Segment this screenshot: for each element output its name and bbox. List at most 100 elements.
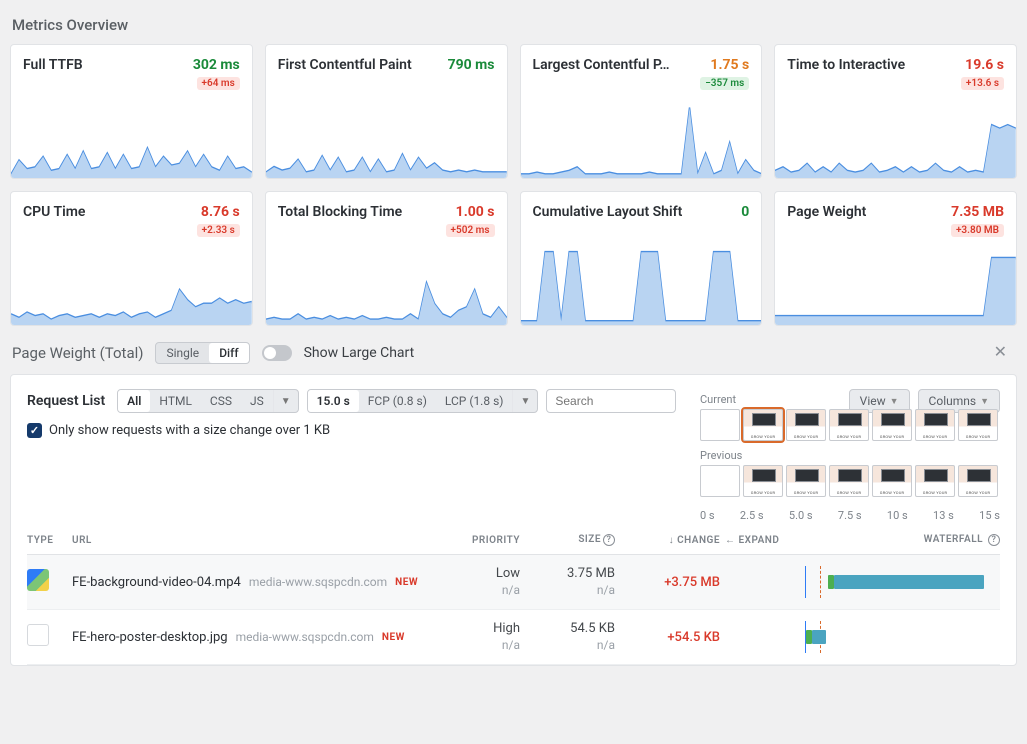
metric-card[interactable]: Page Weight 7.35 MB +3.80 MB	[774, 191, 1017, 326]
metric-card[interactable]: Cumulative Layout Shift 0	[520, 191, 763, 326]
metric-delta: +3.80 MB	[951, 224, 1004, 237]
metric-value: 302 ms	[193, 57, 240, 73]
filmstrip-thumb[interactable]: GROW YOUR	[829, 465, 869, 497]
metric-value: 8.76 s	[201, 204, 240, 220]
metric-value: 7.35 MB	[951, 204, 1004, 220]
filmstrip-thumb[interactable]: GROW YOUR	[958, 465, 998, 497]
file-host: media-www.sqspcdn.com	[249, 575, 387, 589]
filter-more-icon[interactable]: ▼	[273, 390, 298, 412]
page-title: Metrics Overview	[12, 16, 1017, 34]
metric-value: 1.75 s	[710, 57, 749, 73]
table-row[interactable]: FE-hero-poster-desktop.jpg media-www.sqs…	[27, 610, 1000, 665]
metric-label: First Contentful Paint	[278, 57, 442, 73]
filmstrip-thumb[interactable]: GROW YOUR	[786, 409, 826, 441]
axis-tick: 15 s	[979, 509, 1000, 522]
close-icon[interactable]: ✕	[988, 340, 1013, 363]
metric-card[interactable]: Total Blocking Time 1.00 s +502 ms	[265, 191, 508, 326]
metric-label: Page Weight	[787, 204, 945, 220]
time-filter-value[interactable]: 15.0 s	[308, 390, 359, 412]
metric-delta: −357 ms	[700, 77, 749, 90]
axis-tick: 2.5 s	[740, 509, 764, 522]
filmstrip-thumb[interactable]: GROW YOUR	[743, 409, 783, 441]
diff-option[interactable]: Diff	[209, 343, 248, 363]
waterfall-bar	[800, 574, 1000, 590]
priority-cell: Highn/a	[440, 621, 520, 653]
filmstrip-thumb[interactable]: GROW YOUR	[743, 465, 783, 497]
size-cell: 54.5 KBn/a	[525, 621, 615, 653]
time-filter[interactable]: 15.0 s FCP (0.8 s) LCP (1.8 s) ▼	[307, 389, 539, 413]
th-size[interactable]: Size?	[525, 534, 615, 546]
axis-tick: 0 s	[700, 509, 715, 522]
filmstrip-thumb[interactable]: GROW YOUR	[872, 409, 912, 441]
waterfall-bar	[800, 629, 1000, 645]
only-size-change-checkbox[interactable]: ✓	[27, 423, 42, 438]
filmstrip-previous-label: Previous	[700, 449, 1000, 462]
sparkline	[775, 90, 1016, 178]
metric-card[interactable]: Time to Interactive 19.6 s +13.6 s	[774, 44, 1017, 179]
filmstrip-thumb[interactable]: GROW YOUR	[958, 409, 998, 441]
help-icon[interactable]: ?	[988, 534, 1000, 546]
metric-card[interactable]: Full TTFB 302 ms +64 ms	[10, 44, 253, 179]
filter-js[interactable]: JS	[241, 390, 273, 412]
file-name: FE-background-video-04.mp4	[72, 575, 241, 590]
th-type: Type	[27, 535, 67, 546]
sparkline	[11, 90, 252, 178]
th-waterfall[interactable]: Waterfall ?	[800, 534, 1000, 546]
search-input[interactable]	[546, 389, 676, 413]
th-url: URL	[72, 535, 435, 546]
metric-value: 1.00 s	[456, 204, 495, 220]
metric-label: CPU Time	[23, 204, 195, 220]
metric-value: 790 ms	[448, 57, 495, 73]
filmstrip-thumb[interactable]: GROW YOUR	[915, 465, 955, 497]
single-option[interactable]: Single	[156, 343, 209, 363]
metric-value: 0	[741, 204, 749, 220]
file-host: media-www.sqspcdn.com	[236, 630, 374, 644]
sparkline	[266, 237, 507, 325]
change-cell: +3.75 MB	[620, 575, 720, 590]
show-large-chart-toggle[interactable]	[262, 345, 292, 361]
time-filter-dropdown-icon[interactable]: ▼	[512, 390, 537, 412]
file-name: FE-hero-poster-desktop.jpg	[72, 630, 228, 645]
metric-label: Time to Interactive	[787, 57, 959, 73]
th-priority: Priority	[440, 535, 520, 546]
single-diff-toggle[interactable]: Single Diff	[155, 342, 249, 364]
show-large-chart-label: Show Large Chart	[304, 345, 415, 361]
filmstrip-thumb[interactable]: GROW YOUR	[915, 409, 955, 441]
table-row[interactable]: FE-background-video-04.mp4 media-www.sqs…	[27, 555, 1000, 610]
filmstrip-current-label: Current	[700, 393, 1000, 406]
th-change[interactable]: ↓ Change	[620, 535, 720, 546]
metric-value: 19.6 s	[965, 57, 1004, 73]
help-icon[interactable]: ?	[603, 534, 615, 546]
filter-all[interactable]: All	[118, 390, 150, 412]
filter-html[interactable]: HTML	[150, 390, 201, 412]
metric-card[interactable]: CPU Time 8.76 s +2.33 s	[10, 191, 253, 326]
metric-label: Cumulative Layout Shift	[533, 204, 736, 220]
filter-css[interactable]: CSS	[201, 390, 241, 412]
resource-type-filter[interactable]: All HTML CSS JS ▼	[117, 389, 298, 413]
filmstrip-thumb[interactable]	[700, 409, 740, 441]
time-filter-fcp[interactable]: FCP (0.8 s)	[359, 390, 436, 412]
metric-label: Largest Contentful P…	[533, 57, 705, 73]
metric-delta: +2.33 s	[197, 224, 240, 237]
file-type-icon	[27, 569, 49, 591]
metric-delta: +502 ms	[446, 224, 495, 237]
metric-label: Total Blocking Time	[278, 204, 450, 220]
sparkline	[521, 234, 762, 325]
metric-card[interactable]: First Contentful Paint 790 ms	[265, 44, 508, 179]
axis-tick: 5.0 s	[789, 509, 813, 522]
toggle-thumb	[264, 347, 276, 359]
metric-delta: +64 ms	[197, 77, 240, 90]
sparkline	[11, 237, 252, 325]
time-filter-lcp[interactable]: LCP (1.8 s)	[436, 390, 513, 412]
axis-tick: 10 s	[887, 509, 908, 522]
th-expand: ← Expand	[725, 535, 795, 546]
metric-delta: +13.6 s	[961, 77, 1004, 90]
sparkline	[521, 90, 762, 178]
metric-card[interactable]: Largest Contentful P… 1.75 s −357 ms	[520, 44, 763, 179]
filmstrip-thumb[interactable]: GROW YOUR	[872, 465, 912, 497]
filmstrip-thumb[interactable]	[700, 465, 740, 497]
filmstrip-thumb[interactable]: GROW YOUR	[829, 409, 869, 441]
filmstrip-thumb[interactable]: GROW YOUR	[786, 465, 826, 497]
metric-label: Full TTFB	[23, 57, 187, 73]
section-title-page-weight: Page Weight (Total)	[12, 344, 143, 362]
